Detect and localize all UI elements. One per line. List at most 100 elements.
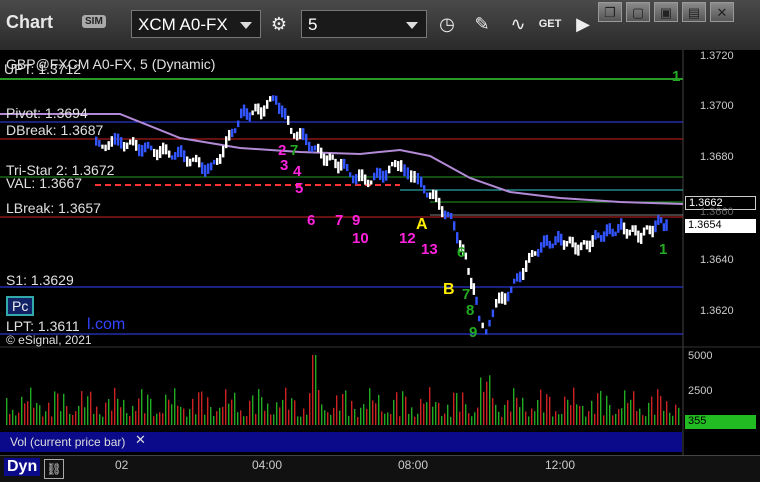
candle <box>594 230 597 240</box>
candle <box>144 142 147 153</box>
volume-bar <box>180 406 182 425</box>
volume-bar <box>540 389 542 425</box>
candle <box>153 148 156 157</box>
candle <box>565 240 569 247</box>
volume-bar <box>363 404 365 425</box>
restore-button[interactable]: ❐ <box>598 2 622 22</box>
volume-bar <box>519 407 521 425</box>
candle <box>625 228 629 239</box>
play-icon[interactable]: ▶ <box>568 10 598 38</box>
window-icon[interactable]: ▤ <box>682 2 706 22</box>
candle <box>423 185 426 194</box>
volume-bar <box>639 408 641 425</box>
volume-bar <box>411 407 413 425</box>
volume-bar <box>285 387 287 425</box>
symbol-combo[interactable]: XCM A0-FX <box>131 10 261 38</box>
volume-bar <box>585 416 587 425</box>
dyn-button[interactable]: Dyn <box>4 458 41 476</box>
volume-panel-bar[interactable]: Vol (current price bar) ✕ <box>0 432 682 452</box>
chevron-down-icon[interactable] <box>240 22 252 29</box>
candle <box>628 229 631 236</box>
candle <box>522 268 525 280</box>
settings-gear-icon[interactable]: ⚙ <box>264 10 294 38</box>
volume-bar <box>216 411 218 425</box>
volume-bar <box>144 413 146 425</box>
candle <box>540 242 543 253</box>
study-icon[interactable]: ∿ <box>503 10 533 38</box>
volume-bar <box>543 412 545 425</box>
minimize-button[interactable]: ▢ <box>626 2 650 22</box>
pc-badge[interactable]: Pc <box>6 296 35 316</box>
candle <box>608 223 611 235</box>
volume-bar <box>525 411 527 425</box>
close-icon[interactable]: ✕ <box>135 432 146 448</box>
link-icon[interactable]: ⛓ <box>44 459 64 479</box>
price-tick: 1.3720 <box>700 50 734 62</box>
close-button[interactable]: ✕ <box>710 2 734 22</box>
candle <box>219 154 222 164</box>
candle <box>571 236 574 248</box>
volume-bar <box>615 413 617 425</box>
seq-green: 7 <box>290 142 299 159</box>
candle <box>400 160 403 172</box>
volume-bar <box>264 410 266 425</box>
volume-bar <box>339 410 341 425</box>
candle <box>207 163 210 174</box>
volume-bar <box>171 404 173 425</box>
vol-tick: 2500 <box>688 385 713 397</box>
maximize-button[interactable]: ▣ <box>654 2 678 22</box>
volume-bar <box>453 392 455 425</box>
volume-bar <box>279 407 281 425</box>
volume-bar <box>327 412 329 425</box>
candle <box>361 169 364 182</box>
candle <box>269 96 272 102</box>
candle <box>266 100 269 109</box>
interval-combo[interactable]: 5 <box>301 10 427 38</box>
volume-bar <box>360 407 362 425</box>
s1-label: S1: 1.3629 <box>6 272 74 288</box>
chevron-down-icon[interactable] <box>406 22 418 29</box>
candle <box>501 291 504 304</box>
volume-bar <box>414 416 416 425</box>
seq-magenta: 10 <box>352 230 369 247</box>
seq-magenta: 12 <box>399 230 416 247</box>
volume-bar <box>375 403 377 425</box>
seq-green: 7 <box>462 286 471 303</box>
volume-bar <box>147 394 149 425</box>
candle <box>240 108 243 119</box>
price-chart[interactable] <box>0 50 760 481</box>
volume-bar <box>39 405 41 425</box>
volume-bar <box>69 413 71 425</box>
volume-bar <box>168 399 170 425</box>
clock-icon[interactable]: ◷ <box>432 10 462 38</box>
candle <box>577 244 580 256</box>
volume-bar <box>561 414 563 425</box>
candle <box>320 147 323 159</box>
volume-bar <box>513 388 515 425</box>
volume-bar <box>381 411 383 425</box>
candle <box>159 146 162 158</box>
candle <box>654 220 657 233</box>
volume-bar <box>378 394 380 425</box>
volume-bar <box>357 416 359 425</box>
candle <box>322 153 326 166</box>
candle <box>311 145 314 153</box>
candle <box>580 242 583 251</box>
price-tag-obscured: 1.3660 <box>700 206 734 218</box>
candle <box>645 225 649 230</box>
candle <box>317 143 320 153</box>
get-button[interactable]: GET <box>535 10 565 38</box>
lbreak-label: LBreak: 1.3657 <box>6 200 101 216</box>
candle <box>287 115 290 125</box>
candle <box>129 139 132 145</box>
volume-bar <box>345 390 347 425</box>
pencil-icon[interactable]: ✎ <box>467 10 497 38</box>
volume-bar <box>468 413 470 425</box>
candle <box>228 129 231 141</box>
volume-bar <box>441 415 443 425</box>
volume-bar <box>435 402 437 425</box>
volume-bar <box>291 398 293 425</box>
volume-bar <box>45 411 47 425</box>
volume-bar <box>288 409 290 425</box>
right-marker-top: 1 <box>672 68 681 85</box>
